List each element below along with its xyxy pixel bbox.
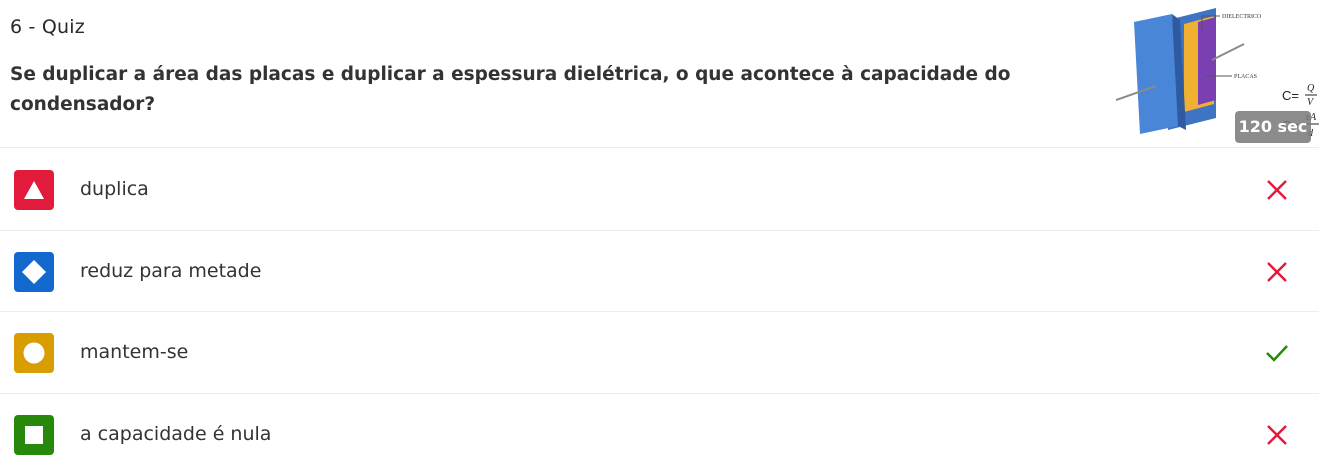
correct-check-icon — [1262, 338, 1292, 368]
dielectric-label: DIELECTRICO — [1222, 14, 1262, 20]
answer-options: duplica reduz para metade mantem-se a ca… — [0, 149, 1319, 470]
question-text: Se duplicar a área das placas e duplicar… — [10, 64, 1011, 115]
timer-badge: 120 sec — [1235, 111, 1311, 143]
quiz-header: 6 - Quiz Se duplicar a área das placas e… — [0, 0, 1319, 148]
answer-text: duplica — [80, 178, 149, 200]
answer-text: reduz para metade — [80, 259, 262, 282]
quiz-number-label: 6 - Quiz — [10, 16, 85, 38]
circle-icon — [14, 333, 54, 373]
incorrect-icon — [1262, 420, 1292, 450]
incorrect-icon — [1262, 257, 1292, 287]
incorrect-icon — [1262, 175, 1292, 205]
formula-1-numerator: Q — [1307, 83, 1315, 94]
answer-option[interactable]: a capacidade é nula — [0, 394, 1319, 470]
formula-capacitance-charge: C= — [1282, 88, 1299, 103]
answer-option[interactable]: mantem-se — [0, 312, 1319, 394]
diamond-icon — [14, 251, 54, 292]
triangle-icon — [14, 170, 54, 210]
answer-option[interactable]: reduz para metade — [0, 231, 1319, 312]
answer-text: a capacidade é nula — [80, 422, 272, 445]
answer-option[interactable]: duplica — [0, 149, 1319, 231]
answer-text: mantem-se — [80, 341, 189, 363]
square-icon — [14, 414, 54, 455]
plates-label: PLACAS — [1234, 74, 1257, 80]
